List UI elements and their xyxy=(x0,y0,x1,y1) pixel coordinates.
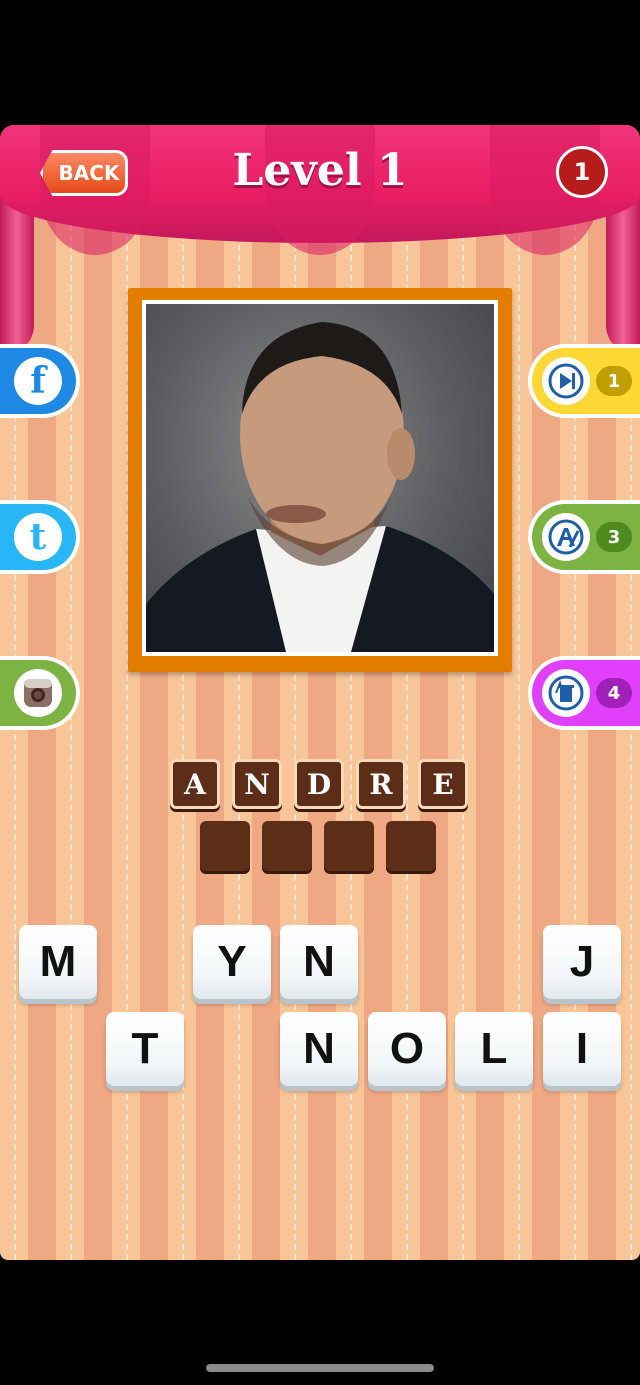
answer-slot-empty[interactable] xyxy=(324,821,374,871)
answer-slot[interactable]: A xyxy=(170,759,220,809)
remove-letters-button[interactable]: 4 xyxy=(528,656,640,730)
answer-slot[interactable]: N xyxy=(232,759,282,809)
letter-tile[interactable]: I xyxy=(543,1012,621,1086)
reveal-letter-icon xyxy=(542,513,590,561)
instagram-share-button[interactable] xyxy=(0,656,80,730)
answer-slot[interactable]: D xyxy=(294,759,344,809)
letter-tile[interactable]: T xyxy=(106,1012,184,1086)
answer-slot[interactable]: R xyxy=(356,759,406,809)
home-indicator[interactable] xyxy=(206,1364,434,1372)
instagram-icon xyxy=(14,669,62,717)
game-screen: BACK Level 1 1 f t 1 3 4 A N D R E M Y N… xyxy=(0,125,640,1260)
skip-count: 1 xyxy=(596,366,632,396)
answer-slot-empty[interactable] xyxy=(200,821,250,871)
photo-frame xyxy=(128,288,512,672)
wallpaper-stitch xyxy=(518,125,520,1260)
letter-tile[interactable]: Y xyxy=(193,925,271,999)
letter-tile[interactable]: L xyxy=(455,1012,533,1086)
letter-tile[interactable]: N xyxy=(280,1012,358,1086)
letter-tile[interactable]: M xyxy=(19,925,97,999)
twitter-icon: t xyxy=(14,513,62,561)
skip-icon xyxy=(542,357,590,405)
facebook-share-button[interactable]: f xyxy=(0,344,80,418)
coin-badge: 1 xyxy=(556,146,608,198)
twitter-share-button[interactable]: t xyxy=(0,500,80,574)
answer-slot-empty[interactable] xyxy=(386,821,436,871)
letter-tile[interactable]: O xyxy=(368,1012,446,1086)
facebook-icon: f xyxy=(14,357,62,405)
skip-level-button[interactable]: 1 xyxy=(528,344,640,418)
celebrity-photo xyxy=(146,304,494,652)
reveal-letter-count: 3 xyxy=(596,522,632,552)
level-title: Level 1 xyxy=(232,145,408,196)
answer-slot-empty[interactable] xyxy=(262,821,312,871)
letter-tile[interactable]: N xyxy=(280,925,358,999)
letter-tile[interactable]: J xyxy=(543,925,621,999)
remove-letters-count: 4 xyxy=(596,678,632,708)
trash-icon xyxy=(542,669,590,717)
answer-slot[interactable]: E xyxy=(418,759,468,809)
reveal-letter-button[interactable]: 3 xyxy=(528,500,640,574)
